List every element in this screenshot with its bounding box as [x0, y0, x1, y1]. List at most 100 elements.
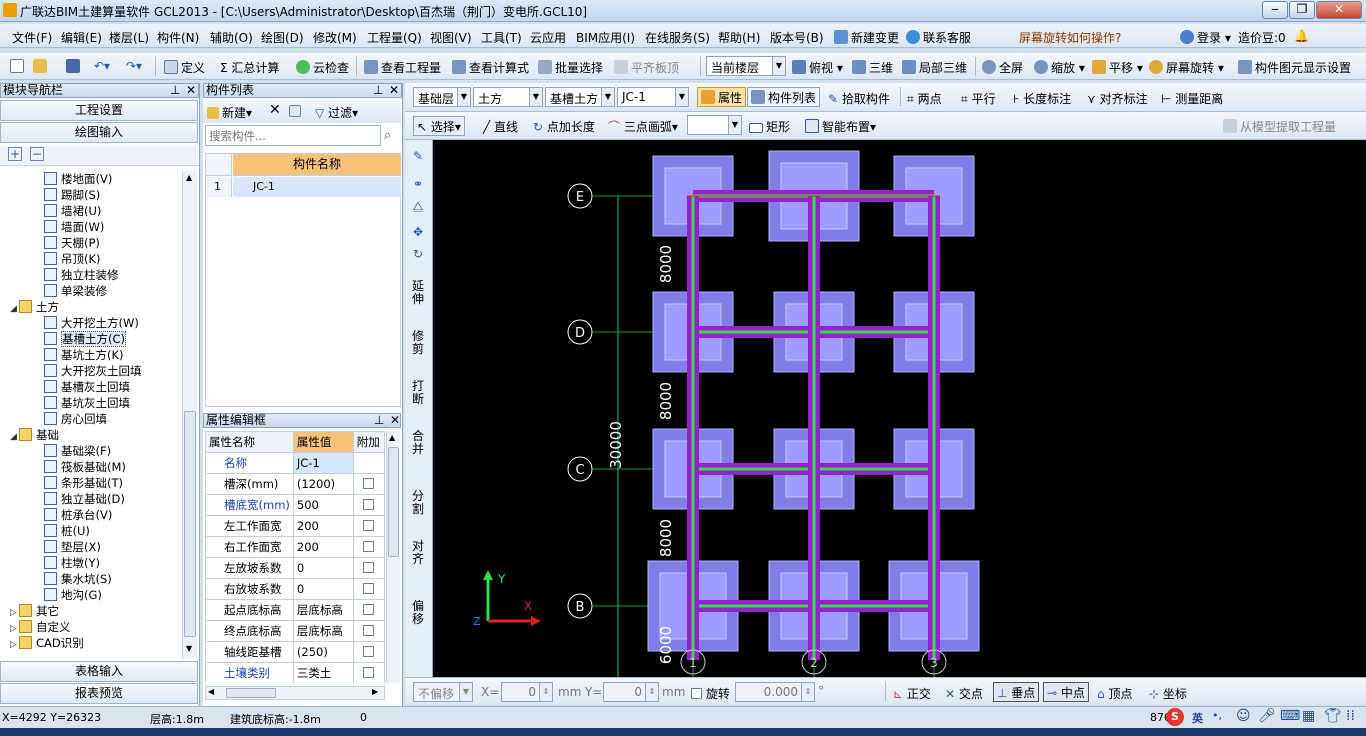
tree-folder[interactable]: ◢ 土方	[10, 299, 59, 315]
component-row[interactable]: JC-1	[233, 177, 401, 197]
pan-button[interactable]: 平移 ▾	[1092, 59, 1143, 76]
draw-input-button[interactable]: 绘图输入	[0, 122, 198, 143]
fullscreen-button[interactable]: 全屏	[982, 59, 1023, 76]
new-file-icon[interactable]	[10, 59, 27, 74]
menu-floor[interactable]: 楼层(L)	[109, 29, 149, 46]
ime-keyboard-icon[interactable]: ⌨	[1280, 708, 1300, 724]
property-extra[interactable]	[352, 494, 386, 516]
property-extra[interactable]	[352, 452, 386, 474]
hscroll-thumb[interactable]	[226, 688, 276, 698]
property-row[interactable]: 右工作面宽 200	[205, 536, 386, 558]
category-select[interactable]: 土方 ▼	[473, 87, 543, 107]
property-extra[interactable]	[352, 473, 386, 495]
tree-item[interactable]: 楼地面(V)	[44, 171, 112, 187]
tree-item[interactable]: 基槽土方(C)	[44, 331, 127, 347]
tree-item[interactable]: 独立柱装修	[44, 267, 119, 283]
tree-item[interactable]: 基础梁(F)	[44, 443, 111, 459]
ime-grid-icon[interactable]: ⁞⁞	[1346, 708, 1355, 724]
floor-combo[interactable]: 当前楼层 ▼	[706, 56, 786, 76]
extra-checkbox[interactable]	[363, 478, 375, 489]
midpoint-button[interactable]: ⊸ 中点	[1043, 682, 1089, 702]
modify-tool[interactable]: 修剪	[411, 330, 425, 356]
view-formula-button[interactable]: 查看计算式	[452, 59, 529, 76]
copy-tool-icon[interactable]: ⚭	[411, 178, 425, 191]
redo-icon[interactable]: ↷▾	[126, 59, 142, 73]
pencil-icon[interactable]: ✎	[411, 150, 425, 163]
tree-item[interactable]: 柱墩(Y)	[44, 555, 100, 571]
property-value[interactable]: 0	[292, 578, 354, 600]
property-extra[interactable]	[352, 536, 386, 558]
cad-view[interactable]: E D C B 1 2 3 8000 8000 8000 6000 30000 Y X Z	[433, 140, 1366, 677]
property-row[interactable]: 终点底标高 层底标高	[205, 620, 386, 642]
coordinate-button[interactable]: ⊹ 坐标	[1149, 685, 1187, 702]
collapse-all-icon[interactable]: −	[30, 147, 44, 161]
component-search-input[interactable]	[205, 125, 381, 146]
close-icon[interactable]: ✕	[186, 84, 196, 97]
property-value[interactable]: JC-1	[292, 452, 354, 474]
extra-checkbox[interactable]	[363, 520, 375, 531]
menu-cloud[interactable]: 云应用	[530, 29, 566, 46]
expand-all-icon[interactable]: +	[8, 147, 22, 161]
arc-button[interactable]: ⌒ 三点画弧▾	[608, 118, 678, 135]
two-point-button[interactable]: ⌗ 两点	[907, 90, 942, 107]
extra-checkbox[interactable]	[363, 604, 375, 615]
search-icon[interactable]: ⌕	[384, 128, 391, 143]
tree-item[interactable]: 墙面(W)	[44, 219, 104, 235]
tree-folder[interactable]: ▷ CAD识别	[10, 635, 84, 651]
line-button[interactable]: ╱ 直线	[483, 118, 518, 135]
pick-component-button[interactable]: ✎ 拾取构件	[828, 90, 890, 107]
modify-tool[interactable]: 合并	[411, 430, 425, 456]
property-extra[interactable]	[352, 578, 386, 600]
rotate-input[interactable]: 0.000 ⇕	[735, 682, 815, 702]
ortho-button[interactable]: ⊾ 正交	[893, 685, 931, 702]
property-value[interactable]: 层底标高	[292, 599, 354, 621]
arc-mode-select[interactable]: ▼	[687, 115, 742, 135]
scroll-left-icon[interactable]: ◀	[208, 687, 214, 696]
property-row[interactable]: 槽底宽(mm) 500	[205, 494, 386, 516]
view-quantity-button[interactable]: 查看工程量	[364, 59, 441, 76]
menu-online[interactable]: 在线服务(S)	[645, 29, 710, 46]
tree-scrollbar[interactable]: ▲ ▼	[182, 171, 197, 659]
length-dim-button[interactable]: ⊦ 长度标注	[1013, 90, 1071, 107]
extra-checkbox[interactable]	[363, 499, 375, 510]
point-length-button[interactable]: ↻ 点加长度	[533, 118, 595, 135]
scroll-up-icon[interactable]: ▲	[186, 173, 192, 182]
property-value[interactable]: 0	[292, 557, 354, 579]
tree-item[interactable]: 房心回填	[44, 411, 107, 427]
x-input[interactable]: 0 ⇕	[501, 682, 553, 702]
property-extra[interactable]	[352, 620, 386, 642]
tree-item[interactable]: 基槽灰土回填	[44, 379, 130, 395]
maximize-button[interactable]: ❐	[1289, 1, 1315, 19]
property-value[interactable]: 200	[292, 515, 354, 537]
menu-file[interactable]: 文件(F)	[12, 29, 52, 46]
extra-checkbox[interactable]	[363, 583, 375, 594]
menu-rotate-howto[interactable]: 屏幕旋转如何操作?	[1019, 29, 1121, 46]
property-value[interactable]: (250)	[292, 641, 354, 663]
tree-folder[interactable]: ▷ 自定义	[10, 619, 71, 635]
extra-checkbox[interactable]	[363, 667, 375, 678]
close-icon[interactable]: ✕	[390, 414, 400, 427]
menu-modify[interactable]: 修改(M)	[313, 29, 357, 46]
menu-help[interactable]: 帮助(H)	[718, 29, 760, 46]
extra-checkbox[interactable]	[363, 625, 375, 636]
undo-icon[interactable]: ↶▾	[94, 59, 110, 73]
tree-item[interactable]: 条形基础(T)	[44, 475, 123, 491]
smart-layout-button[interactable]: 智能布置▾	[805, 118, 876, 135]
copy-icon[interactable]	[289, 104, 304, 118]
ime-english-icon[interactable]: 英	[1192, 710, 1203, 726]
sum-button[interactable]: Σ 汇总计算	[220, 59, 279, 76]
property-value[interactable]: 层底标高	[292, 620, 354, 642]
property-row[interactable]: 左放坡系数 0	[205, 557, 386, 579]
ime-mic-icon[interactable]: 🎤︎	[1258, 708, 1276, 724]
floor-select[interactable]: 基础层 ▼	[413, 87, 471, 107]
perpendicular-button[interactable]: ⊥ 垂点	[993, 682, 1040, 702]
menu-draw[interactable]: 绘图(D)	[261, 29, 304, 46]
select-button[interactable]: ↖ 选择▾	[413, 116, 465, 136]
display-settings-button[interactable]: 构件图元显示设置	[1238, 59, 1351, 76]
property-row[interactable]: 槽深(mm) (1200)	[205, 473, 386, 495]
bell-icon[interactable]: 🔔	[1294, 29, 1309, 43]
pin-icon[interactable]: ⊥	[373, 84, 383, 97]
tree-item[interactable]: 天棚(P)	[44, 235, 100, 251]
tree-item[interactable]: 基坑土方(K)	[44, 347, 124, 363]
rotate-tool-icon[interactable]: ↻	[411, 248, 425, 261]
